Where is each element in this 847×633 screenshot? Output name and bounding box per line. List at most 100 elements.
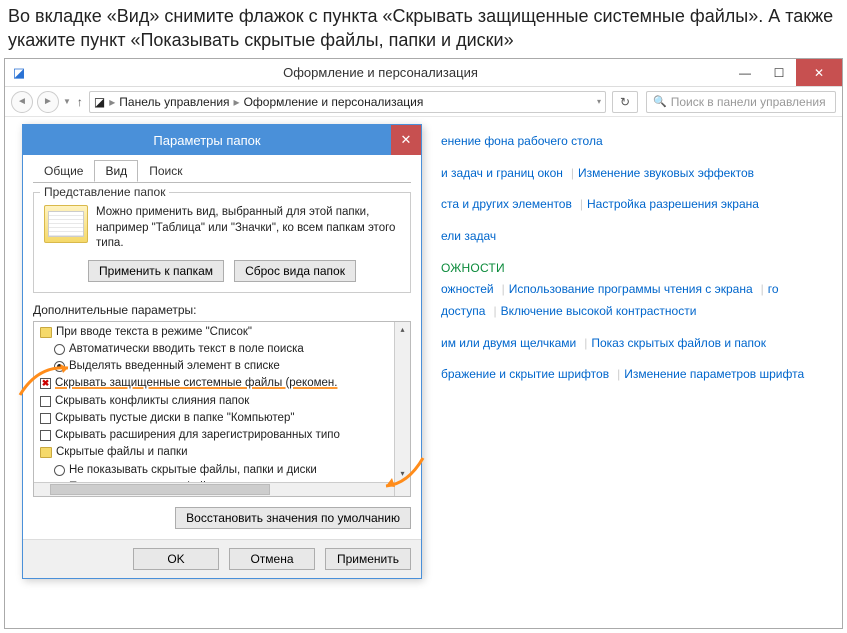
- dialog-close-button[interactable]: ✕: [391, 125, 421, 155]
- radio-button[interactable]: [54, 465, 65, 476]
- category-title: ОЖНОСТИ: [441, 261, 826, 275]
- checkbox[interactable]: [40, 396, 51, 407]
- tree-item-label: Скрывать конфликты слияния папок: [55, 393, 249, 410]
- history-dropdown-icon[interactable]: ▼: [63, 97, 71, 106]
- folder-options-dialog: Параметры папок ✕ ОбщиеВидПоиск Представ…: [22, 124, 422, 579]
- tree-horizontal-scrollbar[interactable]: [34, 482, 394, 496]
- tree-item[interactable]: Выделять введенный элемент в списке: [40, 358, 408, 375]
- apply-button[interactable]: Применить: [325, 548, 411, 570]
- maximize-button[interactable]: ☐: [762, 59, 796, 86]
- radio-button[interactable]: [54, 344, 65, 355]
- minimize-button[interactable]: —: [728, 59, 762, 86]
- link-row: и задач и границ окон | Изменение звуковых…: [441, 163, 826, 185]
- checkbox[interactable]: [40, 430, 51, 441]
- tree-item-label: Скрытые файлы и папки: [56, 444, 188, 461]
- chevron-right-icon: ▸: [109, 95, 115, 109]
- up-button[interactable]: ↑: [77, 95, 83, 109]
- forward-button[interactable]: ►: [37, 91, 59, 113]
- dialog-titlebar[interactable]: Параметры папок ✕: [23, 125, 421, 155]
- control-panel-link[interactable]: бражение и скрытие шрифтов: [441, 367, 609, 381]
- tree-item[interactable]: Скрывать защищенные системные файлы (рек…: [40, 375, 408, 392]
- ok-button[interactable]: OK: [133, 548, 219, 570]
- link-row: бражение и скрытие шрифтов | Изменение пар…: [441, 364, 826, 386]
- tree-item[interactable]: Скрывать конфликты слияния папок: [40, 393, 408, 410]
- link-row: ели задач: [441, 226, 826, 248]
- tree-item-label: Скрывать пустые диски в папке "Компьютер…: [55, 410, 294, 427]
- control-panel-link[interactable]: Изменение звуковых эффектов: [578, 166, 754, 180]
- checkbox[interactable]: [40, 413, 51, 424]
- search-input[interactable]: 🔍 Поиск в панели управления: [646, 91, 836, 113]
- scroll-down-icon[interactable]: ▾: [395, 466, 410, 482]
- breadcrumb-root-icon: ◪: [94, 95, 105, 109]
- link-row: им или двумя щелчками | Показ скрытых файл…: [441, 333, 826, 355]
- back-button[interactable]: ◄: [11, 91, 33, 113]
- tree-vertical-scrollbar[interactable]: ▴ ▾: [394, 322, 410, 496]
- group-description: Можно применить вид, выбранный для этой …: [96, 205, 400, 252]
- tree-item-label: Скрывать защищенные системные файлы (рек…: [55, 375, 337, 392]
- restore-defaults-button[interactable]: Восстановить значения по умолчанию: [175, 507, 411, 529]
- reset-view-button[interactable]: Сброс вида папок: [234, 260, 356, 282]
- folder-icon[interactable]: [40, 447, 52, 458]
- dropdown-icon[interactable]: ▾: [597, 97, 601, 106]
- tab-Общие[interactable]: Общие: [33, 160, 94, 182]
- control-panel-link[interactable]: Изменение параметров шрифта: [624, 367, 804, 381]
- cancel-button[interactable]: Отмена: [229, 548, 315, 570]
- radio-button[interactable]: [54, 361, 65, 372]
- chevron-right-icon: ▸: [234, 95, 240, 109]
- tree-item-label: Скрывать расширения для зарегистрированн…: [55, 427, 340, 444]
- control-panel-link[interactable]: ста и других элементов: [441, 197, 572, 211]
- link-row: енение фона рабочего стола: [441, 131, 826, 153]
- search-icon: 🔍: [653, 95, 667, 108]
- breadcrumb-sub[interactable]: Оформление и персонализация: [244, 95, 424, 109]
- close-button[interactable]: ✕: [796, 59, 842, 86]
- control-panel-link[interactable]: им или двумя щелчками: [441, 336, 576, 350]
- advanced-settings-tree[interactable]: При вводе текста в режиме "Список"Автома…: [33, 321, 411, 497]
- control-panel-link[interactable]: Использование программы чтения с экрана: [509, 282, 753, 296]
- app-icon: ◪: [5, 59, 33, 87]
- divider: |: [493, 304, 496, 318]
- refresh-button[interactable]: ↻: [612, 91, 638, 113]
- dialog-button-row: OK Отмена Применить: [23, 539, 421, 578]
- breadcrumb[interactable]: ◪ ▸ Панель управления ▸ Оформление и пер…: [89, 91, 606, 113]
- tree-item-label: Выделять введенный элемент в списке: [69, 358, 280, 375]
- tree-item-label: Автоматически вводить текст в поле поиск…: [69, 341, 304, 358]
- control-panel-link[interactable]: Показ скрытых файлов и папок: [591, 336, 766, 350]
- tree-item[interactable]: Не показывать скрытые файлы, папки и дис…: [40, 462, 408, 479]
- tree-item[interactable]: При вводе текста в режиме "Список": [40, 324, 408, 341]
- tree-item[interactable]: Скрывать пустые диски в папке "Компьютер…: [40, 410, 408, 427]
- dialog-tabs: ОбщиеВидПоиск: [33, 160, 411, 183]
- control-panel-link[interactable]: Включение высокой контрастности: [501, 304, 697, 318]
- apply-to-folders-button[interactable]: Применить к папкам: [88, 260, 224, 282]
- nav-bar: ◄ ► ▼ ↑ ◪ ▸ Панель управления ▸ Оформлен…: [5, 87, 842, 117]
- folder-preview-icon: [44, 205, 88, 243]
- checkbox[interactable]: [40, 378, 51, 389]
- control-panel-link[interactable]: Настройка разрешения экрана: [587, 197, 759, 211]
- window-titlebar: ◪ Оформление и персонализация — ☐ ✕: [5, 59, 842, 87]
- control-panel-link[interactable]: ожностей: [441, 282, 494, 296]
- scrollbar-thumb[interactable]: [50, 484, 270, 495]
- control-panel-link[interactable]: енение фона рабочего стола: [441, 134, 603, 148]
- dialog-title: Параметры папок: [23, 133, 391, 148]
- control-panel-link[interactable]: и задач и границ окон: [441, 166, 563, 180]
- group-title: Представление папок: [40, 185, 169, 199]
- breadcrumb-root[interactable]: Панель управления: [119, 95, 229, 109]
- folder-view-group: Представление папок Можно применить вид,…: [33, 192, 411, 293]
- divider: |: [584, 336, 587, 350]
- link-row: ста и других элементов|Настройка разреше…: [441, 194, 826, 216]
- folder-icon[interactable]: [40, 327, 52, 338]
- tree-item-label: Не показывать скрытые файлы, папки и дис…: [69, 462, 317, 479]
- control-panel-link[interactable]: ели задач: [441, 229, 496, 243]
- tab-Вид[interactable]: Вид: [94, 160, 138, 182]
- tree-item-label: При вводе текста в режиме "Список": [56, 324, 252, 341]
- link-row: ожностей | Использование программы чтения …: [441, 279, 826, 322]
- tree-item[interactable]: Скрытые файлы и папки: [40, 444, 408, 461]
- advanced-label: Дополнительные параметры:: [33, 303, 411, 317]
- instruction-text: Во вкладке «Вид» снимите флажок с пункта…: [0, 0, 847, 61]
- tab-Поиск[interactable]: Поиск: [138, 160, 193, 182]
- scroll-up-icon[interactable]: ▴: [395, 322, 410, 338]
- divider: |: [617, 367, 620, 381]
- divider: |: [502, 282, 505, 296]
- tree-item[interactable]: Скрывать расширения для зарегистрированн…: [40, 427, 408, 444]
- divider: |: [571, 166, 574, 180]
- tree-item[interactable]: Автоматически вводить текст в поле поиск…: [40, 341, 408, 358]
